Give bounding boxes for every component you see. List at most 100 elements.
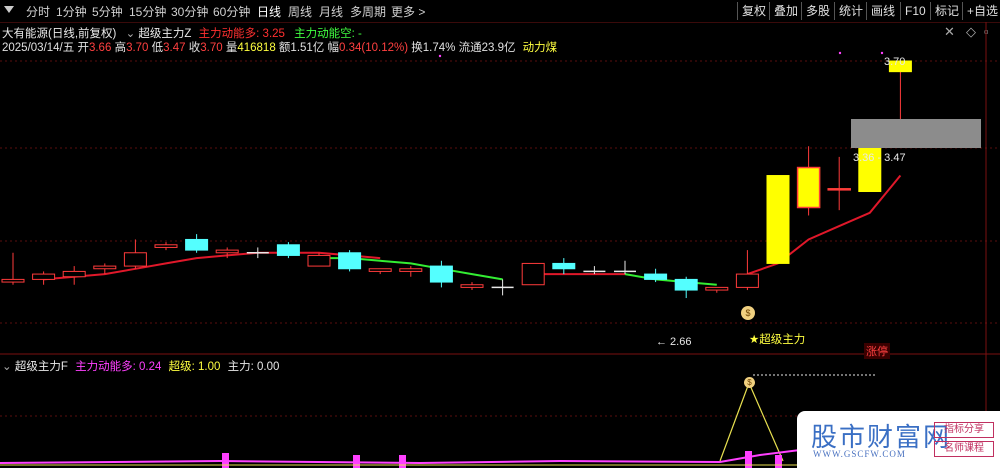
lower-money-bag-icon: $ [744, 377, 755, 388]
close-value: 3.70 [200, 42, 223, 54]
candle-body [185, 238, 209, 251]
quote-line: 2025/03/14/五 开3.66 高3.70 低3.47 收3.70 量41… [2, 39, 557, 55]
quote-date: 2025/03/14/五 [2, 42, 75, 54]
change-value: 0.34(10.12%) [339, 42, 409, 54]
super-signal-line [719, 381, 784, 462]
period-toolbar: 分时 1分钟 5分钟 15分钟 30分钟 60分钟 日线 周线 月线 多周期 更… [0, 0, 1000, 23]
lower-main-label: 主力: [227, 361, 254, 373]
lower-indicator-name[interactable]: 超级主力F [15, 361, 68, 373]
tab-15min[interactable]: 15分钟 [129, 3, 166, 20]
limit-up-badge: 涨停 [864, 343, 890, 359]
candle-body [338, 252, 362, 270]
float-value: 23.9亿 [481, 42, 516, 54]
candle-body [1, 278, 25, 283]
button-draw-line[interactable]: 画线 [866, 2, 899, 20]
low-label: 低 [151, 42, 164, 54]
main-force-short-line [319, 257, 503, 281]
candle-body [276, 244, 300, 256]
candle-body [674, 278, 698, 291]
amount-value: 1.51亿 [290, 42, 325, 54]
button-statistics[interactable]: 统计 [834, 2, 867, 20]
turnover-label: 换 [411, 42, 423, 54]
candle-body [123, 252, 147, 267]
kline-chart[interactable] [0, 0, 1000, 468]
button-overlay[interactable]: 叠加 [769, 2, 802, 20]
main-force-long-line [747, 174, 902, 276]
candle-body [797, 167, 821, 208]
main-force-bar [745, 451, 752, 468]
candle-body [705, 286, 729, 291]
candle-body [399, 268, 423, 272]
candle-body [429, 265, 453, 283]
close-label: 收 [188, 42, 201, 54]
tab-more[interactable]: 更多 > [391, 3, 425, 20]
tab-30min[interactable]: 30分钟 [171, 3, 208, 20]
candle-body [766, 175, 790, 264]
watermark-url: WWW.GSCFW.COM [813, 449, 906, 459]
lower-long-value: 0.24 [138, 361, 162, 373]
window-settings-icon[interactable]: ◇ [966, 24, 976, 40]
lower-long-label: 主力动能多: [75, 361, 136, 373]
candle-body [644, 273, 668, 280]
main-force-long-line [43, 251, 381, 281]
button-mark[interactable]: 标记 [930, 2, 963, 20]
candle-body [93, 265, 117, 270]
candle-body [552, 262, 576, 270]
tab-weekly[interactable]: 周线 [288, 3, 312, 20]
marker-dot [838, 51, 842, 55]
range-label: 3.36 - 3.47 [853, 152, 906, 164]
candle-body [215, 249, 239, 254]
volume-label: 量 [225, 42, 238, 54]
lower-indicator-line: ⌄ 超级主力F 主力动能多: 0.24 超级: 1.00 主力: 0.00 [2, 358, 279, 374]
amount-label: 额 [278, 42, 291, 54]
lower-collapse-icon[interactable]: ⌄ [2, 361, 12, 373]
main-force-bar [775, 455, 782, 468]
high-price-label: 3.70 [884, 56, 906, 68]
candle-body [154, 244, 178, 248]
button-multi-stock[interactable]: 多股 [801, 2, 834, 20]
signal-label: ★超级主力 [749, 334, 806, 346]
watermark: 股市财富网 WWW.GSCFW.COM 指标分享 名师课程 [797, 411, 1000, 468]
main-force-bar [222, 453, 229, 468]
window-menu-icon[interactable]: ▫ [984, 24, 989, 39]
candle-body [307, 254, 331, 267]
open-value: 3.66 [88, 42, 112, 54]
main-force-bar [399, 455, 406, 468]
lower-main-value: 0.00 [256, 361, 280, 373]
candle-body [521, 262, 545, 286]
watermark-tag-indicator: 指标分享 [934, 422, 994, 438]
main-force-bar [353, 455, 360, 468]
watermark-tag-course: 名师课程 [934, 441, 994, 457]
high-value: 3.70 [126, 42, 149, 54]
window-close-icon[interactable]: ✕ [944, 24, 955, 40]
turnover-value: 1.74% [422, 42, 456, 54]
marker-dot [438, 54, 442, 58]
candle-body [735, 273, 759, 288]
candle-body [460, 284, 484, 288]
button-f10[interactable]: F10 [900, 2, 930, 20]
toolbar-menu-icon[interactable] [4, 5, 14, 15]
tab-1min[interactable]: 1分钟 [56, 3, 87, 20]
indicator-collapse-icon[interactable]: ⌄ [126, 26, 136, 40]
money-bag-icon: $ [741, 306, 755, 320]
tab-60min[interactable]: 60分钟 [213, 3, 250, 20]
candle-body [32, 273, 56, 280]
main-force-curve [0, 449, 801, 465]
marker-dot [880, 51, 884, 55]
tab-multi-period[interactable]: 多周期 [350, 3, 386, 20]
tab-daily[interactable]: 日线 [257, 3, 281, 20]
candle-outline [827, 188, 851, 191]
tab-monthly[interactable]: 月线 [319, 3, 343, 20]
lower-super-label: 超级: [168, 361, 195, 373]
button-add-favorite[interactable]: +自选 [962, 2, 1000, 20]
concept-tag[interactable]: 动力煤 [523, 42, 558, 54]
button-fuquan[interactable]: 复权 [737, 2, 770, 20]
tab-fenshi[interactable]: 分时 [26, 3, 50, 20]
tab-5min[interactable]: 5分钟 [92, 3, 123, 20]
candle-body [62, 270, 86, 278]
open-label: 开 [77, 42, 89, 54]
low-value: 3.47 [163, 42, 186, 54]
main-force-short-line [624, 273, 717, 286]
volume-value: 416818 [237, 42, 276, 54]
low-price-label: ← 2.66 [656, 336, 692, 348]
